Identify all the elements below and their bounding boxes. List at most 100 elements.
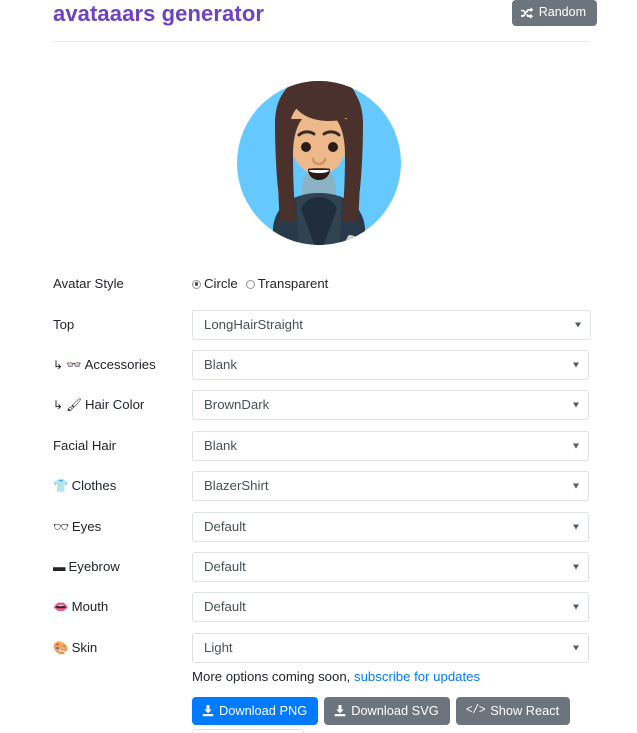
show-react-button[interactable]: </> Show React [455, 697, 571, 725]
label-text: Mouth [71, 599, 109, 615]
chevron-down-icon [573, 402, 579, 408]
control-accessories: Blank [192, 349, 589, 380]
code-icon: </> [465, 704, 486, 717]
download-svg-button[interactable]: Download SVG [324, 697, 450, 725]
random-button-label: Random [538, 5, 586, 19]
label-text: Eyes [71, 518, 102, 534]
form-row-hair-color: ↳ 🖌 Hair Color BrownDark [0, 385, 637, 425]
label-text: Hair Color [84, 397, 145, 413]
label-eyes: 👓︎ Eyes [53, 519, 101, 535]
label-text: Clothes [71, 478, 117, 494]
mouth-icon: 👄 [53, 600, 69, 615]
palette-icon: 🎨 [53, 640, 69, 655]
select-mouth[interactable]: Default [192, 592, 589, 623]
radio-option-circle[interactable]: Circle [192, 276, 238, 292]
radio-circle-indicator[interactable] [192, 279, 201, 289]
select-accessories-value: Blank [204, 356, 237, 372]
label-eyebrow: ▬ Eyebrow [53, 559, 120, 575]
form-row-avatar-style: Avatar Style Circle Transparent [0, 264, 637, 304]
download-png-label: Download PNG [219, 703, 308, 718]
avatar-style-radio-group: Circle Transparent [192, 276, 328, 292]
chevron-down-icon [573, 483, 579, 489]
chevron-down-icon [575, 322, 581, 328]
select-clothes[interactable]: BlazerShirt [192, 471, 589, 502]
label-skin: 🎨 Skin [53, 640, 97, 656]
avatar-preview [0, 57, 637, 245]
label-accessories: ↳ 👓 Accessories [53, 357, 156, 373]
select-top-value: LongHairStraight [204, 316, 303, 332]
form-row-skin: 🎨 Skin Light [0, 628, 637, 668]
control-eyes: Default [192, 511, 589, 542]
form-row-eyebrow: ▬ Eyebrow Default [0, 547, 637, 587]
label-text: Facial Hair [53, 437, 117, 453]
label-text: Accessories [84, 356, 156, 372]
chevron-down-icon [573, 564, 579, 570]
action-buttons: Download PNG Download SVG </> Show React [192, 697, 571, 725]
control-hair-color: BrownDark [192, 390, 589, 421]
select-top[interactable]: LongHairStraight [192, 309, 591, 340]
show-react-label: Show React [490, 703, 560, 718]
select-eyes-value: Default [204, 518, 246, 534]
select-hair-color-value: BrownDark [204, 397, 270, 413]
select-facial-hair[interactable]: Blank [192, 430, 589, 461]
paintbrush-icon: 🖌 [66, 398, 82, 413]
form-row-accessories: ↳ 👓 Accessories Blank [0, 345, 637, 385]
label-facial-hair: Facial Hair [53, 438, 116, 454]
download-png-button[interactable]: Download PNG [192, 697, 319, 725]
label-text: Top [53, 316, 75, 332]
control-avatar-style: Circle Transparent [192, 276, 328, 292]
eyes-icon: 👓︎ [53, 519, 69, 534]
select-clothes-value: BlazerShirt [204, 478, 269, 494]
select-facial-hair-value: Blank [204, 437, 237, 453]
more-options-text: More options coming soon, [192, 669, 354, 684]
download-icon [334, 704, 346, 717]
label-text: Avatar Style [53, 276, 124, 292]
chevron-down-icon [573, 524, 579, 530]
chevron-down-icon [573, 443, 579, 449]
radio-transparent-label: Transparent [257, 276, 329, 292]
form-row-clothes: 👕 Clothes BlazerShirt [0, 466, 637, 506]
subscribe-link[interactable]: subscribe for updates [354, 669, 480, 684]
shirt-icon: 👕 [53, 479, 69, 494]
chevron-down-icon [573, 362, 579, 368]
random-button[interactable]: Random [511, 0, 597, 26]
avatar-svg [236, 81, 401, 245]
select-hair-color[interactable]: BrownDark [192, 390, 589, 421]
options-form: Avatar Style Circle Transparent Top Long… [0, 264, 637, 668]
label-clothes: 👕 Clothes [53, 478, 116, 494]
header-divider [52, 41, 590, 42]
bottom-partial-panel [192, 729, 304, 733]
nested-arrow-icon: ↳ [53, 357, 64, 372]
more-options-note: More options coming soon, subscribe for … [192, 668, 480, 685]
control-top: LongHairStraight [192, 309, 591, 340]
avataaars-generator-page: avataaars generator Random Avatar Style … [0, 0, 637, 733]
form-row-mouth: 👄 Mouth Default [0, 587, 637, 627]
control-clothes: BlazerShirt [192, 471, 589, 502]
select-mouth-value: Default [204, 599, 246, 615]
label-hair-color: ↳ 🖌 Hair Color [53, 397, 144, 413]
radio-option-transparent[interactable]: Transparent [245, 276, 329, 292]
label-top: Top [53, 317, 74, 333]
select-eyebrow-value: Default [204, 558, 246, 574]
chevron-down-icon [573, 604, 579, 610]
select-accessories[interactable]: Blank [192, 349, 589, 380]
radio-transparent-indicator[interactable] [245, 279, 255, 289]
chevron-down-icon [573, 645, 579, 651]
form-row-eyes: 👓︎ Eyes Default [0, 506, 637, 546]
eyebrow-icon: ▬ [53, 559, 66, 574]
label-mouth: 👄 Mouth [53, 599, 108, 615]
glasses-icon: 👓 [66, 357, 82, 372]
select-eyebrow[interactable]: Default [192, 551, 589, 582]
form-row-facial-hair: Facial Hair Blank [0, 426, 637, 466]
control-skin: Light [192, 632, 589, 663]
shuffle-icon [520, 6, 534, 19]
radio-circle-label: Circle [204, 276, 238, 292]
label-text: Skin [71, 639, 98, 655]
form-row-top: Top LongHairStraight [0, 304, 637, 344]
select-eyes[interactable]: Default [192, 511, 589, 542]
download-icon [202, 704, 214, 717]
label-text: Eyebrow [68, 558, 120, 574]
page-title: avataaars generator [53, 1, 265, 26]
select-skin[interactable]: Light [192, 632, 589, 663]
nested-arrow-icon: ↳ [53, 398, 64, 413]
